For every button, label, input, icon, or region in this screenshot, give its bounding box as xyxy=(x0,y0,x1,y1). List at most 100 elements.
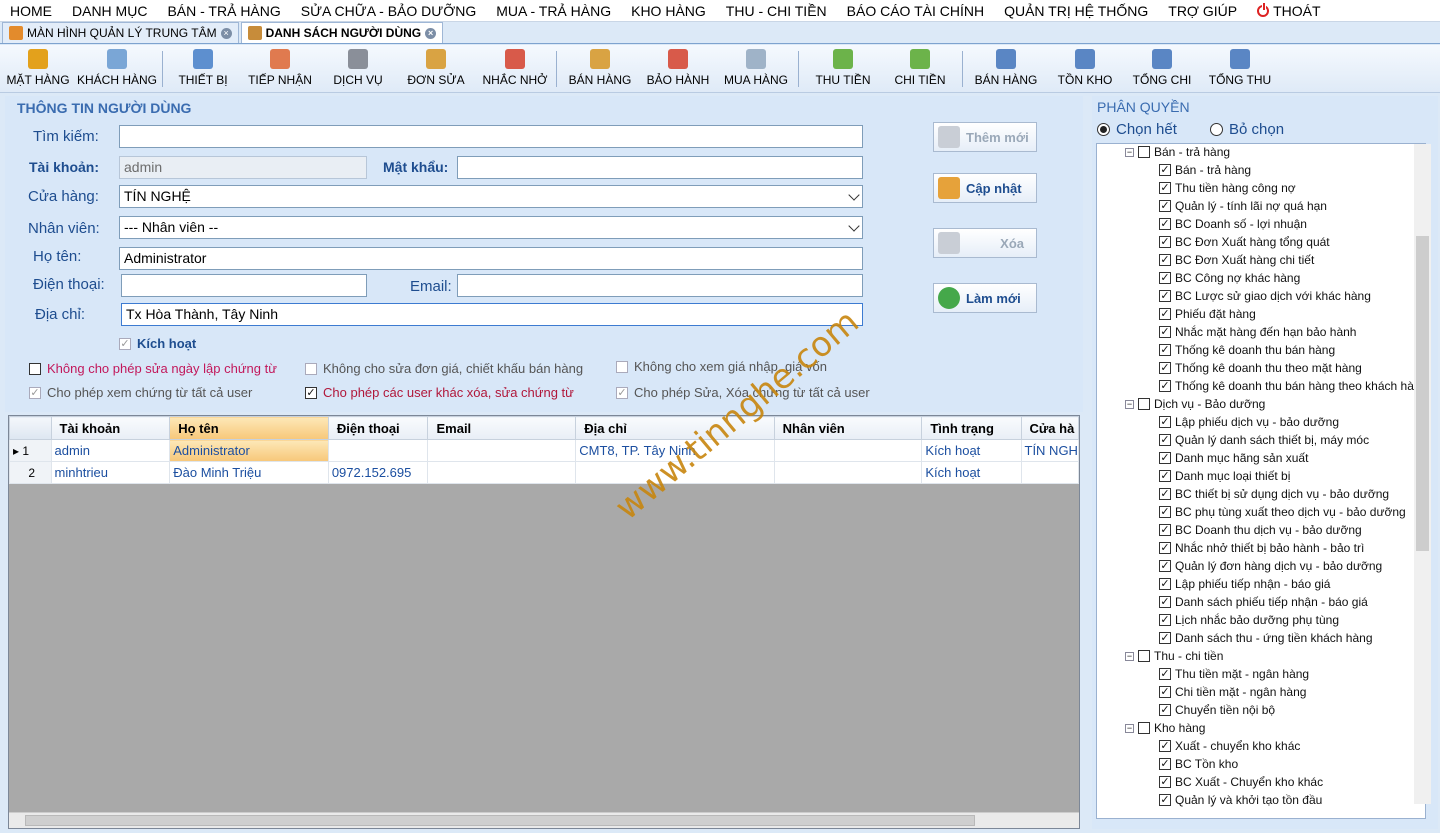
tree-item[interactable]: ✓ Thống kê doanh thu bán hàng theo khách … xyxy=(1159,379,1414,393)
menu-danh-muc[interactable]: DANH MỤC xyxy=(62,3,157,19)
tree-item[interactable]: ✓ BC Doanh thu dịch vụ - bảo dưỡng xyxy=(1159,523,1362,537)
checkbox-icon[interactable] xyxy=(1138,650,1150,662)
update-button[interactable]: Cập nhật xyxy=(933,173,1037,203)
cell-name[interactable]: Administrator xyxy=(169,439,329,462)
check-icon[interactable]: ✓ xyxy=(1159,416,1171,428)
check-icon[interactable]: ✓ xyxy=(1159,578,1171,590)
check-icon[interactable]: ✓ xyxy=(1159,362,1171,374)
check-icon[interactable]: ✓ xyxy=(1159,236,1171,248)
check-icon[interactable]: ✓ xyxy=(1159,326,1171,338)
tree-scrollbar[interactable] xyxy=(1414,144,1431,804)
tree-item[interactable]: ✓ Quản lý và khởi tạo tồn đầu xyxy=(1159,793,1322,807)
check-icon[interactable]: ✓ xyxy=(1159,452,1171,464)
checkbox-icon[interactable] xyxy=(1138,398,1150,410)
check-icon[interactable]: ✓ xyxy=(1159,524,1171,536)
toolbar-bao-hanh[interactable]: BẢO HÀNH xyxy=(646,47,710,91)
toolbar-mat-hang[interactable]: MẶT HÀNG xyxy=(6,47,70,91)
option-view-all-docs[interactable]: ✓ Cho phép xem chứng từ tất cả user xyxy=(29,385,252,400)
tree-item[interactable]: ✓ BC phụ tùng xuất theo dịch vụ - bảo dưỡ… xyxy=(1159,505,1406,519)
cell-phone[interactable] xyxy=(327,439,429,462)
check-icon[interactable]: ✓ xyxy=(1159,164,1171,176)
menu-bao-cao[interactable]: BÁO CÁO TÀI CHÍNH xyxy=(837,3,994,19)
check-icon[interactable]: ✓ xyxy=(1159,200,1171,212)
check-icon[interactable]: ✓ xyxy=(1159,470,1171,482)
check-icon[interactable]: ✓ xyxy=(1159,290,1171,302)
tree-group[interactable]: − Thu - chi tiền xyxy=(1125,649,1223,663)
check-icon[interactable]: ✓ xyxy=(1159,704,1171,716)
tree-item[interactable]: ✓ Lập phiếu tiếp nhận - báo giá xyxy=(1159,577,1330,591)
check-icon[interactable]: ✓ xyxy=(1159,596,1171,608)
col-email[interactable]: Email xyxy=(427,416,577,440)
close-icon[interactable]: × xyxy=(425,27,437,39)
collapse-icon[interactable]: − xyxy=(1125,399,1134,409)
menu-home[interactable]: HOME xyxy=(0,3,62,19)
toolbar-nhac-nho[interactable]: NHẮC NHỞ xyxy=(483,47,547,91)
check-icon[interactable]: ✓ xyxy=(1159,344,1171,356)
menu-quan-tri[interactable]: QUẢN TRỊ HỆ THỐNG xyxy=(994,3,1158,19)
tree-item[interactable]: ✓ Nhắc nhở thiết bị bảo hành - bảo trì xyxy=(1159,541,1364,555)
col-store[interactable]: Cửa hà xyxy=(1020,416,1079,440)
check-icon[interactable]: ✓ xyxy=(1159,218,1171,230)
option-others-delete[interactable]: ✓ Cho phép các user khác xóa, sửa chứng t… xyxy=(305,385,574,400)
add-button[interactable]: Thêm mới xyxy=(933,122,1037,152)
toolbar-dich-vu[interactable]: DỊCH VỤ xyxy=(330,47,386,91)
phone-input[interactable] xyxy=(121,274,367,297)
menu-sua-chua[interactable]: SỬA CHỮA - BẢO DƯỠNG xyxy=(291,3,486,19)
cell-account[interactable]: admin xyxy=(50,439,171,462)
table-row[interactable]: 2 minhtrieu Đào Minh Triệu 0972.152.695 … xyxy=(9,461,1079,484)
scrollbar-thumb[interactable] xyxy=(1416,236,1429,551)
tree-item[interactable]: ✓ Thống kê doanh thu theo mặt hàng xyxy=(1159,361,1362,375)
cell-store[interactable]: TÍN NGH xyxy=(1020,439,1079,462)
tree-item[interactable]: ✓ Thu tiền hàng công nợ xyxy=(1159,181,1296,195)
toolbar-mua-hang[interactable]: MUA HÀNG xyxy=(724,47,788,91)
tree-item[interactable]: ✓ Danh sách thu - ứng tiền khách hàng xyxy=(1159,631,1373,645)
tree-item[interactable]: ✓ Quản lý danh sách thiết bị, máy móc xyxy=(1159,433,1369,447)
tree-item[interactable]: ✓ BC thiết bị sử dụng dịch vụ - bảo dưỡng xyxy=(1159,487,1389,501)
toolbar-don-sua[interactable]: ĐƠN SỬA xyxy=(406,47,466,91)
menu-thu-chi[interactable]: THU - CHI TIỀN xyxy=(716,3,837,19)
check-icon[interactable]: ✓ xyxy=(1159,740,1171,752)
tree-item[interactable]: ✓ BC Công nợ khác hàng xyxy=(1159,271,1300,285)
tree-item[interactable]: ✓ Lập phiếu dịch vụ - bảo dưỡng xyxy=(1159,415,1339,429)
checkbox-icon[interactable] xyxy=(1138,146,1150,158)
tree-item[interactable]: ✓ Chuyển tiền nội bộ xyxy=(1159,703,1275,717)
address-input[interactable]: Tx Hòa Thành, Tây Ninh xyxy=(121,303,863,326)
tree-item[interactable]: ✓ Bán - trả hàng xyxy=(1159,163,1251,177)
toolbar-thiet-bi[interactable]: THIẾT BỊ xyxy=(175,47,231,91)
option-no-edit-price[interactable]: Không cho sửa đơn giá, chiết khấu bán hà… xyxy=(305,361,583,376)
active-checkbox[interactable]: ✓ Kích hoạt xyxy=(119,336,196,351)
search-input[interactable] xyxy=(119,125,863,148)
tree-item[interactable]: ✓ Danh mục hãng sản xuất xyxy=(1159,451,1308,465)
close-icon[interactable]: × xyxy=(220,27,232,39)
toolbar-tiep-nhan[interactable]: TIẾP NHẬN xyxy=(248,47,312,91)
cell-status[interactable]: Kích hoạt xyxy=(921,439,1022,462)
tree-item[interactable]: ✓ Lịch nhắc bảo dưỡng phụ tùng xyxy=(1159,613,1339,627)
menu-ban-tra-hang[interactable]: BÁN - TRẢ HÀNG xyxy=(157,3,290,19)
option-no-edit-date[interactable]: Không cho phép sửa ngày lập chứng từ xyxy=(29,361,277,376)
check-icon[interactable]: ✓ xyxy=(1159,542,1171,554)
check-icon[interactable]: ✓ xyxy=(1159,254,1171,266)
cell-name[interactable]: Đào Minh Triệu xyxy=(169,461,329,484)
menu-tro-giup[interactable]: TRỢ GIÚP xyxy=(1158,3,1247,19)
toolbar-ton-kho[interactable]: TỒN KHO xyxy=(1056,47,1114,91)
name-input[interactable]: Administrator xyxy=(119,247,863,270)
collapse-icon[interactable]: − xyxy=(1125,723,1134,733)
horizontal-scrollbar[interactable] xyxy=(9,812,1079,828)
toolbar-chi-tien[interactable]: CHI TIỀN xyxy=(892,47,948,91)
check-icon[interactable]: ✓ xyxy=(1159,182,1171,194)
check-icon[interactable]: ✓ xyxy=(1159,308,1171,320)
scrollbar-thumb[interactable] xyxy=(25,815,975,826)
tree-item[interactable]: ✓ Thống kê doanh thu bán hàng xyxy=(1159,343,1335,357)
permission-tree[interactable]: − Bán - trả hàng ✓ Bán - trả hàng ✓ Thu tiền … xyxy=(1096,143,1426,819)
col-account[interactable]: Tài khoản xyxy=(50,416,171,440)
tree-item[interactable]: ✓ Chi tiền mặt - ngân hàng xyxy=(1159,685,1306,699)
email-input[interactable] xyxy=(457,274,863,297)
col-status[interactable]: Tình trạng xyxy=(921,416,1022,440)
menu-kho-hang[interactable]: KHO HÀNG xyxy=(621,3,716,19)
cell-status[interactable]: Kích hoạt xyxy=(921,461,1022,484)
cell-email[interactable] xyxy=(427,461,577,484)
collapse-icon[interactable]: − xyxy=(1125,651,1134,661)
check-icon[interactable]: ✓ xyxy=(1159,632,1171,644)
cell-account[interactable]: minhtrieu xyxy=(50,461,171,484)
tree-item[interactable]: ✓ BC Lược sử giao dịch với khác hàng xyxy=(1159,289,1371,303)
